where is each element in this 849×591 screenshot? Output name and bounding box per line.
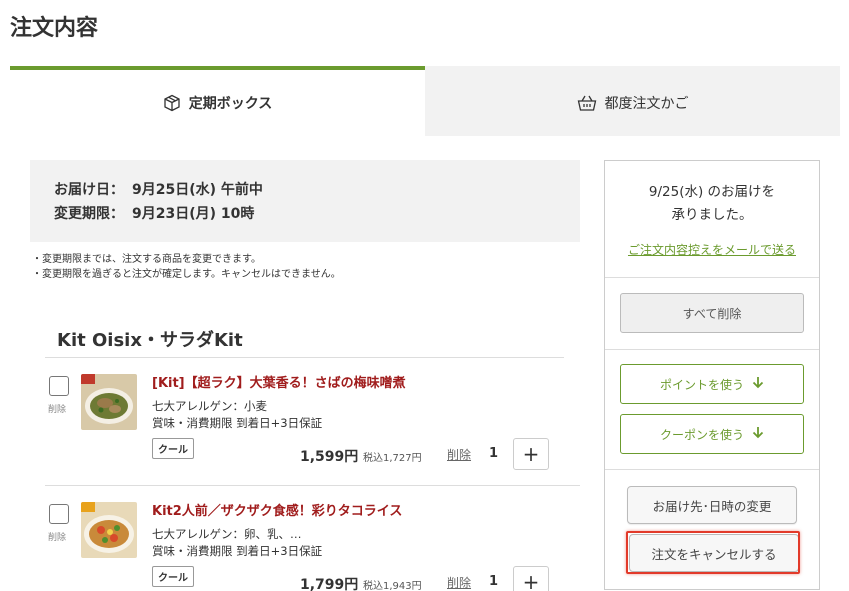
delivery-info-box: お届け日： 9月25日(水) 午前中 変更期限： 9月23日(月) 10時 xyxy=(30,160,580,242)
arrow-down-icon xyxy=(752,426,764,442)
tab-bar: 定期ボックス 都度注文かご xyxy=(10,66,840,136)
item-allergen: 七大アレルゲン：小麦 xyxy=(152,399,267,413)
delivery-date-value: 9月25日(水) 午前中 xyxy=(132,182,263,198)
item-name[interactable]: [Kit]【超ラク】大葉香る！さばの梅味噌煮 xyxy=(152,372,406,391)
tab-label: 定期ボックス xyxy=(188,96,273,112)
cancel-highlight-box xyxy=(626,531,800,574)
delete-link[interactable]: 削除 xyxy=(447,574,471,591)
delete-link[interactable]: 削除 xyxy=(447,446,471,463)
cool-tag: クール xyxy=(152,566,194,587)
notes: ・変更期限までは、注文する商品を変更できます。 ・変更期限を過ぎると注文が確定し… xyxy=(32,252,341,282)
checkbox-label: 削除 xyxy=(48,405,67,415)
page-title: 注文内容 xyxy=(10,16,99,41)
increase-quantity-button[interactable]: + xyxy=(513,566,549,591)
message-line: 9/25(水) のお届けを xyxy=(648,184,776,200)
item-quantity: 1 xyxy=(489,574,499,589)
change-deadline-row: 変更期限： 9月23日(月) 10時 xyxy=(54,202,556,226)
change-deadline-value: 9月23日(月) 10時 xyxy=(132,206,255,222)
tab-one-time-cart[interactable]: 都度注文かご xyxy=(425,66,840,136)
use-points-button[interactable]: ポイントを使う xyxy=(620,364,804,404)
delete-all-button[interactable]: すべて削除 xyxy=(620,293,804,333)
divider xyxy=(605,277,819,278)
change-delivery-button[interactable]: お届け先･日時の変更 xyxy=(627,486,797,524)
section-title: Kit Oisix・サラダKit xyxy=(57,330,243,351)
list-item: 削除 [Kit]【超ラク】大葉香る！さばの梅味噌煮 七大アレルゲン：小麦 賞味・… xyxy=(45,358,580,486)
item-checkbox[interactable] xyxy=(49,504,69,524)
product-image[interactable] xyxy=(81,374,137,430)
divider xyxy=(605,349,819,350)
order-side-panel: 9/25(水) のお届けを 承りました。 ご注文内容控えをメールで送る すべて削… xyxy=(604,160,820,590)
item-checkbox[interactable] xyxy=(49,376,69,396)
box-icon xyxy=(163,94,181,112)
button-label: ポイントを使う xyxy=(659,377,744,392)
note-line: ・変更期限までは、注文する商品を変更できます。 xyxy=(32,254,261,265)
button-label: クーポンを使う xyxy=(659,427,744,442)
change-deadline-label: 変更期限： xyxy=(54,206,124,222)
delivery-date-row: お届け日： 9月25日(水) 午前中 xyxy=(54,178,556,202)
increase-quantity-button[interactable]: + xyxy=(513,438,549,470)
use-coupon-button[interactable]: クーポンを使う xyxy=(620,414,804,454)
message-line: 承りました。 xyxy=(671,207,753,223)
basket-icon xyxy=(577,94,597,112)
item-name[interactable]: Kit2人前／ザクザク食感！彩りタコライス xyxy=(152,500,402,519)
arrow-down-icon xyxy=(752,376,764,392)
item-allergen: 七大アレルゲン：卵、乳、… xyxy=(152,527,302,541)
delivery-date-label: お届け日： xyxy=(54,182,124,198)
checkbox-label: 削除 xyxy=(48,533,67,543)
product-image[interactable] xyxy=(81,502,137,558)
divider xyxy=(605,469,819,470)
email-order-link[interactable]: ご注文内容控えをメールで送る xyxy=(605,241,819,258)
note-line: ・変更期限を過ぎると注文が確定します。キャンセルはできません。 xyxy=(32,269,341,280)
order-confirmation-message: 9/25(水) のお届けを 承りました。 xyxy=(605,181,819,227)
list-item: 削除 Kit2人前／ザクザク食感！彩りタコライス 七大アレルゲン：卵、乳、… 賞… xyxy=(45,486,580,591)
tab-label: 都度注文かご xyxy=(604,96,689,112)
item-expiry: 賞味・消費期限 到着日+3日保証 xyxy=(152,544,323,558)
item-price: 1,599円 xyxy=(300,449,359,465)
cool-tag: クール xyxy=(152,438,194,459)
tab-subscription-box[interactable]: 定期ボックス xyxy=(10,66,425,136)
item-quantity: 1 xyxy=(489,446,499,461)
item-expiry: 賞味・消費期限 到着日+3日保証 xyxy=(152,416,323,430)
item-price-tax: 税込1,727円 xyxy=(363,453,422,464)
item-price: 1,799円 xyxy=(300,577,359,591)
item-price-tax: 税込1,943円 xyxy=(363,581,422,591)
